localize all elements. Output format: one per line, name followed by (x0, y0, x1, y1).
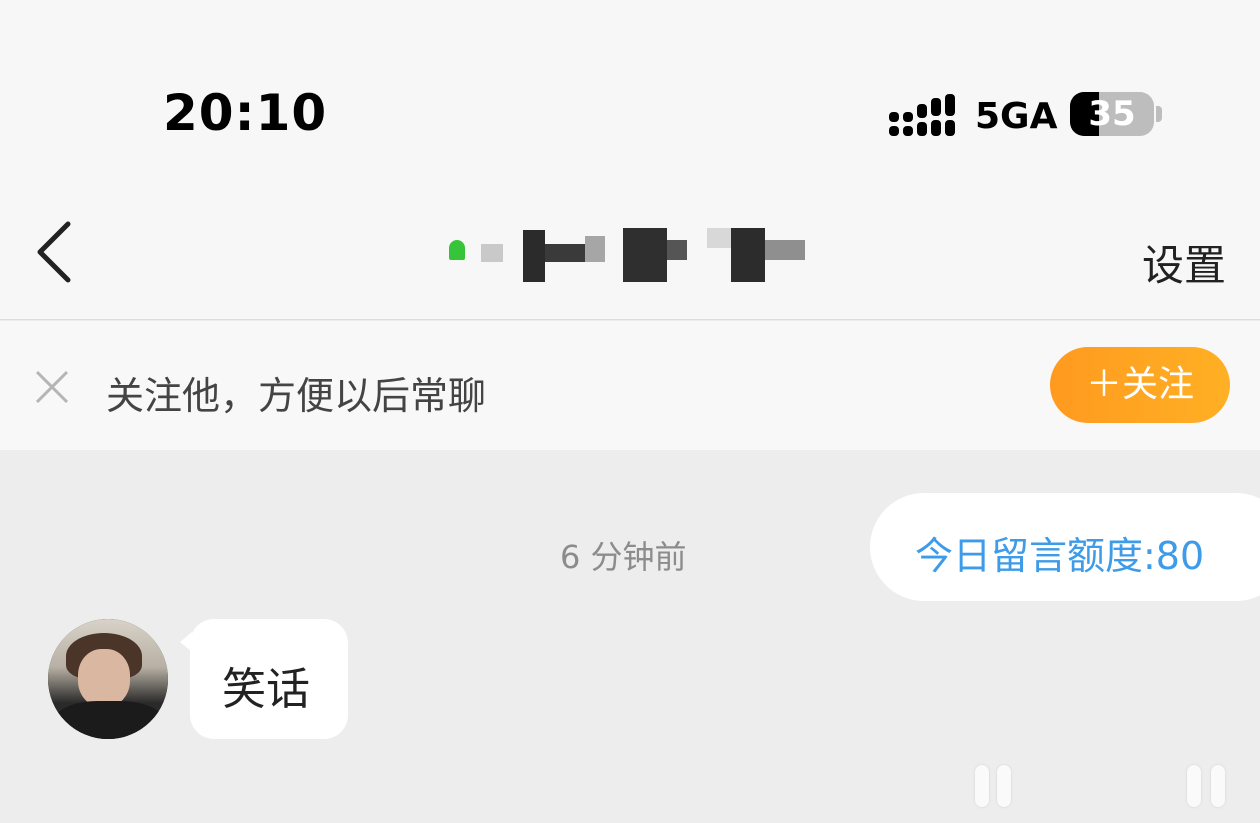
status-time: 20:10 (163, 84, 328, 142)
close-banner-button[interactable] (33, 368, 71, 406)
follow-button[interactable]: ＋关注 (1050, 347, 1230, 423)
watermark (975, 765, 1235, 807)
battery-percent: 35 (1088, 94, 1136, 134)
message-text: 笑话 (222, 664, 310, 715)
message-bubble[interactable]: 笑话 (190, 619, 348, 739)
status-bar: 20:10 5GA 35 (0, 0, 1260, 190)
chevron-left-icon (37, 221, 71, 283)
chat-title-redacted (445, 228, 855, 284)
network-type: 5GA (975, 96, 1058, 137)
follow-banner: 关注他，方便以后常聊 ＋关注 (0, 321, 1260, 450)
message-timestamp: 6 分钟前 (560, 538, 687, 576)
quota-notice: 今日留言额度:80 (870, 493, 1260, 601)
signal-icon (889, 94, 955, 138)
battery-icon: 35 (1070, 92, 1154, 136)
back-button[interactable] (30, 220, 80, 284)
close-icon (35, 370, 69, 404)
follow-prompt-text: 关注他，方便以后常聊 (106, 374, 487, 418)
avatar[interactable] (48, 619, 168, 739)
nav-bar: 设置 (0, 190, 1260, 320)
quota-text: 今日留言额度:80 (915, 534, 1205, 578)
battery-tip (1156, 106, 1162, 122)
settings-button[interactable]: 设置 (1142, 232, 1226, 293)
